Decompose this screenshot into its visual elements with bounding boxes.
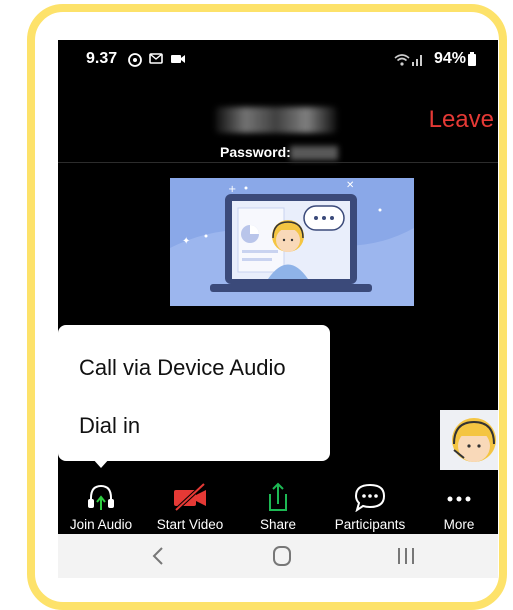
password-value: 452849: [290, 146, 338, 160]
wifi-icon: [394, 53, 410, 69]
menu-pointer-arrow: [92, 458, 110, 468]
participants-icon: [350, 482, 390, 513]
join-audio-label: Join Audio: [69, 517, 133, 532]
svg-text:✕: ✕: [346, 180, 354, 191]
waiting-illustration: + ✕ ✦: [170, 178, 414, 306]
password-label: Password:: [220, 144, 291, 160]
more-icon: [439, 482, 479, 512]
status-time: 9.37: [86, 50, 118, 67]
more-button[interactable]: More: [420, 478, 498, 536]
leave-button[interactable]: Leave: [429, 106, 494, 134]
message-icon: [149, 53, 163, 68]
more-label: More: [443, 517, 475, 532]
self-video-thumbnail[interactable]: [440, 410, 498, 470]
video-camera-icon: [170, 53, 186, 68]
share-icon: [258, 482, 298, 512]
participants-button[interactable]: Participants: [320, 478, 420, 536]
video-off-icon: [170, 482, 210, 512]
recents-icon[interactable]: [376, 540, 436, 572]
menu-item-call-via-device-audio[interactable]: Call via Device Audio: [79, 355, 286, 381]
svg-text:+: +: [228, 184, 236, 195]
back-icon[interactable]: [128, 540, 188, 572]
start-video-button[interactable]: Start Video: [144, 478, 236, 536]
header-divider: [58, 162, 498, 163]
participants-label: Participants: [334, 517, 406, 532]
battery-icon: [468, 52, 476, 69]
menu-item-dial-in[interactable]: Dial in: [79, 413, 140, 439]
whatsapp-icon: [128, 53, 142, 70]
svg-text:✦: ✦: [182, 236, 190, 247]
meeting-toolbar: Join Audio Start Video Share Participant…: [58, 478, 498, 536]
status-bar: 9.37 94%: [58, 40, 498, 80]
share-label: Share: [259, 517, 297, 532]
start-video-label: Start Video: [156, 517, 224, 532]
headphones-icon: [81, 482, 121, 512]
share-button[interactable]: Share: [236, 478, 320, 536]
battery-percent: 94%: [433, 50, 466, 67]
signal-icon: [412, 53, 424, 69]
home-icon[interactable]: [252, 540, 312, 572]
join-audio-button[interactable]: Join Audio: [58, 478, 144, 536]
android-nav-bar: [58, 534, 498, 578]
audio-options-menu: Call via Device Audio Dial in: [58, 325, 330, 461]
phone-screen: 9.37 94% 395 554 5883 Leave Password: 45…: [58, 40, 498, 578]
meeting-id: 395 554 5883: [215, 107, 337, 133]
